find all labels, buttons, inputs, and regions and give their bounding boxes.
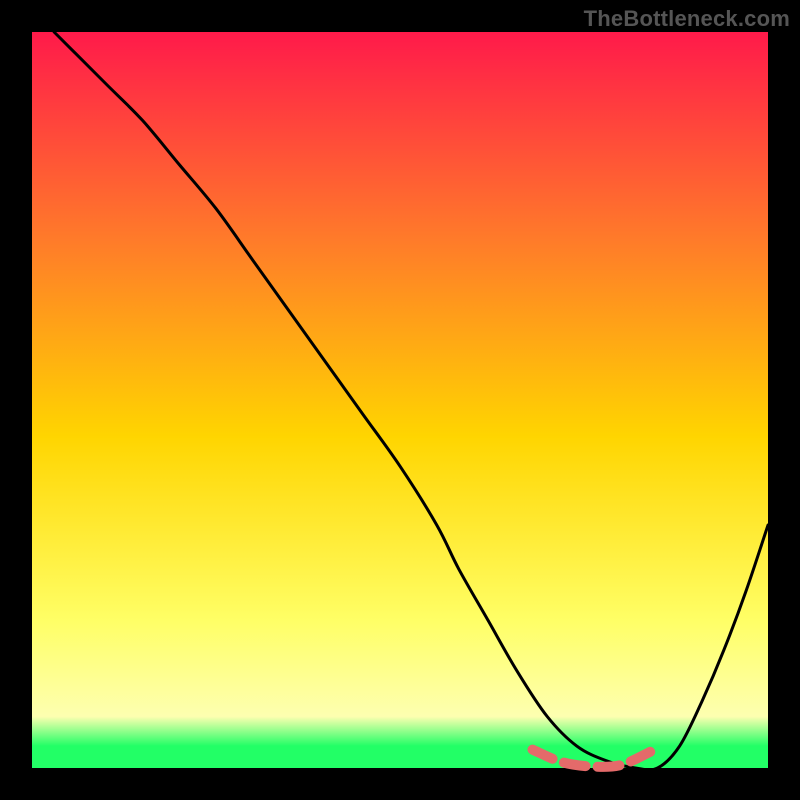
plot-area bbox=[32, 32, 768, 768]
chart-container: { "watermark": "TheBottleneck.com", "col… bbox=[0, 0, 800, 800]
watermark-text: TheBottleneck.com bbox=[584, 6, 790, 32]
bottleneck-chart bbox=[0, 0, 800, 800]
